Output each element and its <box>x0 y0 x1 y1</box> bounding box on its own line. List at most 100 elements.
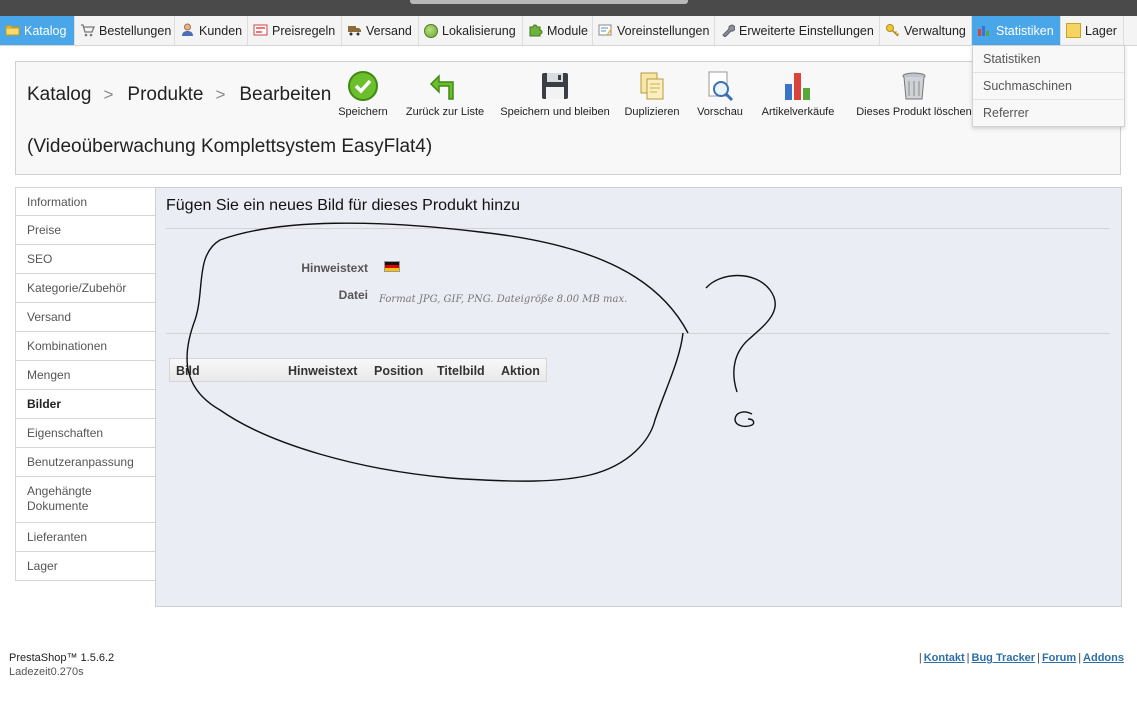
key-icon <box>885 23 900 38</box>
tab-versand[interactable]: Versand <box>15 303 156 332</box>
menu-label: Module <box>547 23 588 38</box>
menu-label: Statistiken <box>996 23 1054 38</box>
tab-kategorie-zubehoer[interactable]: Kategorie/Zubehör <box>15 274 156 303</box>
footer-link-kontakt[interactable]: Kontakt <box>924 652 965 664</box>
price-tag-icon <box>253 23 268 38</box>
tab-mengen[interactable]: Mengen <box>15 361 156 390</box>
tab-bilder[interactable]: Bilder <box>15 390 156 419</box>
dropdown-item-statistiken[interactable]: Statistiken <box>973 46 1124 73</box>
breadcrumb-separator: > <box>215 85 226 104</box>
menu-item-voreinstellungen[interactable]: Voreinstellungen <box>593 16 715 45</box>
menu-label: Preisregeln <box>272 23 336 38</box>
footer-links: | Kontakt | Bug Tracker | Forum | Addons <box>919 652 1126 664</box>
divider <box>166 228 1110 229</box>
save-button[interactable]: Speichern <box>338 70 388 118</box>
column-header-titelbild: Titelbild <box>437 364 485 378</box>
footer-link-forum[interactable]: Forum <box>1042 652 1076 664</box>
image-table-header: Bild Hinweistext Position Titelbild Akti… <box>169 358 547 382</box>
menu-label: Verwaltung <box>904 23 966 38</box>
delete-product-button[interactable]: Dieses Produkt löschen <box>854 70 974 118</box>
save-and-stay-button[interactable]: Speichern und bleiben <box>500 70 610 118</box>
tab-angehaengte-dokumente[interactable]: Angehängte Dokumente <box>15 477 156 523</box>
breadcrumb-item-produkte[interactable]: Produkte <box>127 84 203 106</box>
menu-item-preisregeln[interactable]: Preisregeln <box>248 16 342 45</box>
breadcrumb: Katalog > Produkte > Bearbeiten <box>27 84 331 106</box>
top-search-bar[interactable] <box>410 0 688 4</box>
menu-item-lokalisierung[interactable]: Lokalisierung <box>419 16 523 45</box>
stats-icon <box>977 23 992 38</box>
footer-info: PrestaShop™ 1.5.6.2 Ladezeit0.270s <box>9 652 114 678</box>
menu-item-lager[interactable]: Lager <box>1061 16 1124 45</box>
product-name: (Videoüberwachung Komplettsystem EasyFla… <box>27 136 433 157</box>
tab-information[interactable]: Information <box>15 187 156 216</box>
menu-label: Versand <box>366 23 412 38</box>
magnifier-icon <box>708 71 734 102</box>
breadcrumb-item-katalog[interactable]: Katalog <box>27 84 91 106</box>
tab-benutzeranpassung[interactable]: Benutzeranpassung <box>15 448 156 477</box>
globe-icon <box>424 23 438 38</box>
preview-label: Vorschau <box>697 106 743 118</box>
statistiken-dropdown: Statistiken Suchmaschinen Referrer <box>972 45 1125 127</box>
save-label: Speichern <box>338 106 388 118</box>
trash-icon <box>902 72 926 100</box>
checkmark-icon <box>348 71 378 101</box>
divider <box>166 333 1110 334</box>
menu-label: Lokalisierung <box>442 23 516 38</box>
menu-item-kunden[interactable]: Kunden <box>175 16 248 45</box>
tab-kombinationen[interactable]: Kombinationen <box>15 332 156 361</box>
footer-separator: | <box>966 652 970 664</box>
column-header-bild: Bild <box>176 364 200 378</box>
duplicate-label: Duplizieren <box>624 106 680 118</box>
header-panel: Katalog > Produkte > Bearbeiten (Videoüb… <box>15 61 1121 175</box>
top-bar <box>0 0 1137 16</box>
cart-icon <box>80 23 95 38</box>
puzzle-icon <box>528 23 543 38</box>
tab-eigenschaften[interactable]: Eigenschaften <box>15 419 156 448</box>
menu-label: Erweiterte Einstellungen <box>739 23 874 38</box>
menu-item-module[interactable]: Module <box>523 16 593 45</box>
tab-lager[interactable]: Lager <box>15 552 156 581</box>
box-icon <box>1066 23 1081 38</box>
dropdown-item-suchmaschinen[interactable]: Suchmaschinen <box>973 73 1124 100</box>
breadcrumb-item-bearbeiten: Bearbeiten <box>239 84 332 105</box>
tab-preise[interactable]: Preise <box>15 216 156 245</box>
truck-icon <box>347 23 362 38</box>
form-icon <box>598 23 613 38</box>
save-stay-label: Speichern und bleiben <box>500 106 610 118</box>
menu-item-katalog[interactable]: Katalog <box>0 16 75 45</box>
german-flag-icon[interactable] <box>384 261 400 272</box>
menu-label: Kunden <box>199 23 243 38</box>
sales-button[interactable]: Artikelverkäufe <box>758 70 838 118</box>
footer-separator: | <box>1037 652 1040 664</box>
footer-separator: | <box>1078 652 1082 664</box>
folder-icon <box>5 23 20 38</box>
back-to-list-button[interactable]: Zurück zur Liste <box>402 70 488 118</box>
user-icon <box>180 23 195 38</box>
preview-button[interactable]: Vorschau <box>694 70 746 118</box>
menu-item-bestellungen[interactable]: Bestellungen <box>75 16 175 45</box>
panel-title: Fügen Sie ein neues Bild für dieses Prod… <box>166 197 520 214</box>
tab-seo[interactable]: SEO <box>15 245 156 274</box>
tab-lieferanten[interactable]: Lieferanten <box>15 523 156 552</box>
footer-separator: | <box>918 652 922 664</box>
dropdown-item-referrer[interactable]: Referrer <box>973 100 1124 126</box>
wrench-icon <box>720 23 736 38</box>
footer-link-addons[interactable]: Addons <box>1083 652 1124 664</box>
breadcrumb-separator: > <box>103 85 114 104</box>
version-text: PrestaShop™ 1.5.6.2 <box>9 652 115 664</box>
duplicate-button[interactable]: Duplizieren <box>622 70 682 118</box>
column-header-position: Position <box>374 364 424 378</box>
column-header-aktion: Aktion <box>501 364 540 378</box>
load-time-text: Ladezeit0.270s <box>9 666 84 678</box>
caption-label: Hinweistext <box>301 261 368 275</box>
menu-item-statistiken[interactable]: Statistiken <box>972 16 1061 45</box>
footer-link-bug-tracker[interactable]: Bug Tracker <box>972 652 1036 664</box>
menu-item-verwaltung[interactable]: Verwaltung <box>880 16 972 45</box>
back-label: Zurück zur Liste <box>405 106 485 118</box>
images-panel: Fügen Sie ein neues Bild für dieses Prod… <box>155 187 1122 607</box>
menu-item-erweiterte-einstellungen[interactable]: Erweiterte Einstellungen <box>715 16 880 45</box>
file-format-hint: Format JPG, GIF, PNG. Dateigröße 8.00 MB… <box>379 294 628 305</box>
menu-item-versand[interactable]: Versand <box>342 16 419 45</box>
delete-label: Dieses Produkt löschen <box>856 106 972 118</box>
main-menu: Katalog Bestellungen Kunden Preisregeln … <box>0 16 1137 46</box>
